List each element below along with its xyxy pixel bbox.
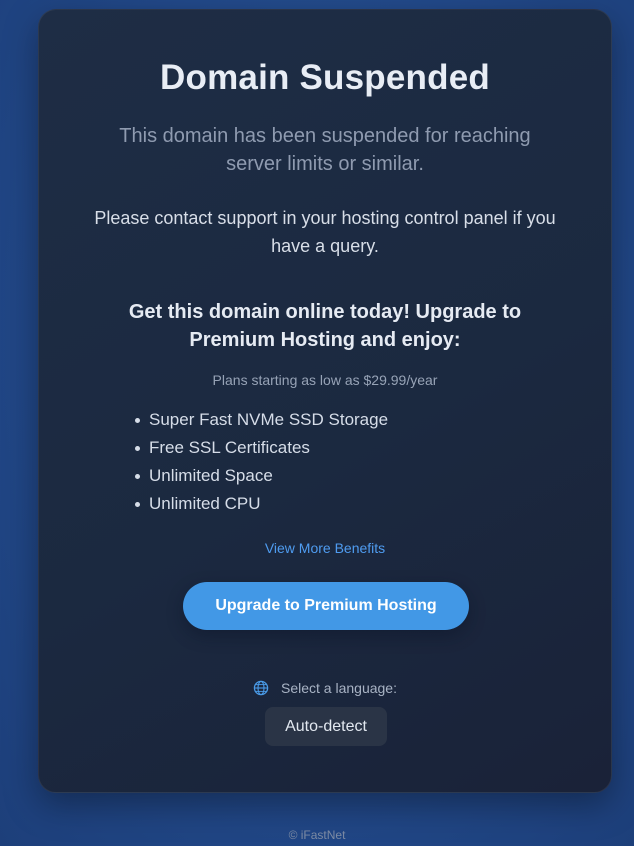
upgrade-button[interactable]: Upgrade to Premium Hosting	[183, 582, 469, 630]
suspended-card: Domain Suspended This domain has been su…	[38, 9, 612, 793]
bullet-icon	[135, 473, 140, 479]
language-select[interactable]: Auto-detect	[265, 707, 387, 746]
language-label: Select a language:	[281, 680, 397, 696]
benefit-item: Unlimited CPU	[135, 490, 388, 518]
benefit-item: Super Fast NVMe SSD Storage	[135, 406, 388, 434]
bullet-icon	[135, 417, 140, 423]
benefits-list: Super Fast NVMe SSD Storage Free SSL Cer…	[135, 406, 388, 518]
promo-heading: Get this domain online today! Upgrade to…	[128, 301, 522, 351]
language-row: Select a language:	[39, 680, 611, 696]
globe-icon	[253, 680, 269, 696]
bullet-icon	[135, 501, 140, 507]
benefit-item: Unlimited Space	[135, 462, 388, 490]
view-more-benefits-link[interactable]: View More Benefits	[39, 540, 611, 556]
footer-copyright: © iFastNet	[288, 828, 346, 842]
plans-price-text: Plans starting as low as $29.99/year	[212, 372, 438, 388]
contact-support-message: Please contact support in your hosting c…	[94, 208, 556, 256]
benefit-item: Free SSL Certificates	[135, 434, 388, 462]
suspension-message: This domain has been suspended for reach…	[119, 125, 531, 175]
page-title: Domain Suspended	[160, 58, 490, 97]
bullet-icon	[135, 445, 140, 451]
